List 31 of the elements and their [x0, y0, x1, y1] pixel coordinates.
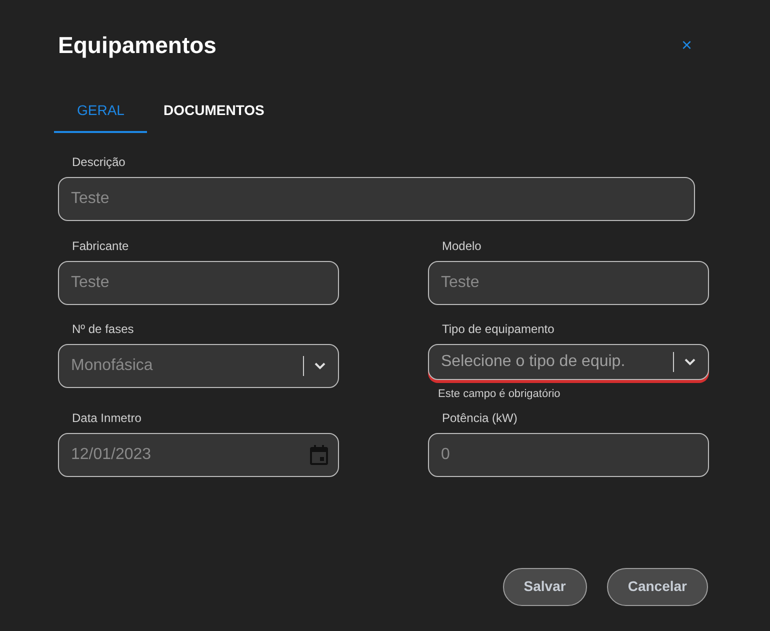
field-label: Modelo [442, 238, 482, 252]
field-value[interactable]: 0 [441, 442, 698, 466]
field-label: Nº de fases [72, 320, 135, 334]
chevron-down-icon [314, 362, 326, 370]
selected-value[interactable]: Selecione o tipo de equip. [441, 350, 663, 374]
field-label: Tipo de equipamento [442, 320, 556, 334]
tab[interactable]: DOCUMENTOS [147, 86, 280, 132]
close-button[interactable]: × [681, 36, 692, 54]
field-label: Data Inmetro [72, 410, 142, 424]
dialog-title: Equipamentos [58, 31, 216, 60]
error-message: Este campo é obrigatório [438, 387, 562, 402]
field-value[interactable]: Teste [71, 186, 684, 210]
field-label: Fabricante [72, 238, 130, 252]
field-value[interactable]: Teste [441, 270, 698, 294]
dropdown[interactable]: Monofásica [58, 344, 339, 388]
calendar-icon [310, 444, 328, 464]
field-label: Potência (kW) [442, 410, 518, 424]
tab[interactable]: GERAL [54, 86, 148, 132]
input-field[interactable]: 0 [428, 432, 709, 476]
dialog-button[interactable]: Cancelar [606, 568, 708, 606]
selected-value[interactable]: Monofásica [71, 354, 293, 378]
input-field[interactable]: Teste [58, 176, 695, 220]
field-value[interactable]: Teste [71, 270, 328, 294]
dialog-button[interactable]: Salvar [502, 568, 587, 606]
dropdown[interactable]: Selecione o tipo de equip. [428, 344, 709, 380]
date-value[interactable]: 12/01/2023 [71, 442, 310, 466]
input-field[interactable]: Teste [428, 260, 709, 304]
field-label: Descrição [72, 154, 126, 168]
date-field[interactable]: 12/01/2023 [58, 432, 339, 476]
input-field[interactable]: Teste [58, 260, 339, 304]
chevron-down-icon [684, 358, 696, 366]
